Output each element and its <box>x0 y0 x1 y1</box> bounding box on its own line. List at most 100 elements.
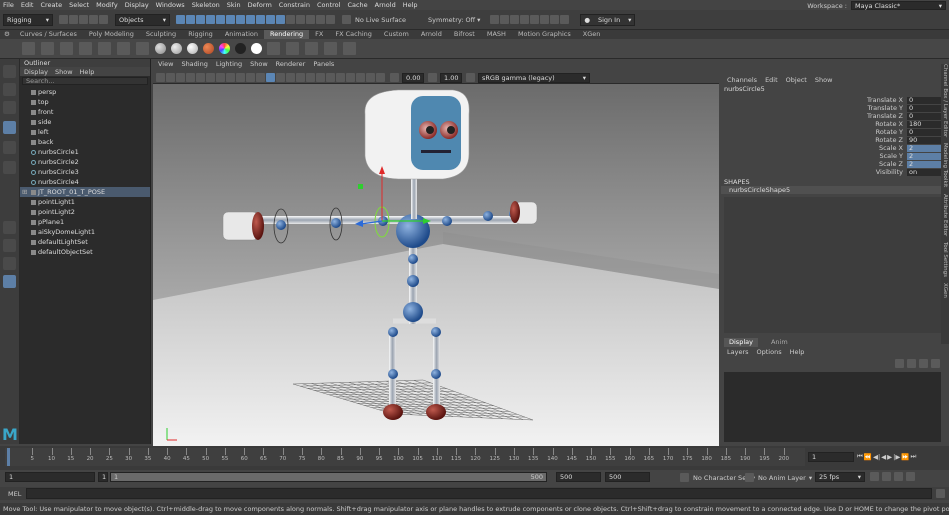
workspace-selector[interactable]: Workspace : Maya Classic* ▾ <box>807 1 946 10</box>
outliner-menu-display[interactable]: Display <box>24 68 48 76</box>
channel-value-field[interactable]: 2 <box>907 160 941 168</box>
menu-set-dropdown[interactable]: Rigging ▾ <box>3 13 53 26</box>
loop-icon[interactable] <box>870 472 879 481</box>
viewport-menu-renderer[interactable]: Renderer <box>276 60 306 68</box>
wireframe-on-shaded-icon[interactable] <box>276 73 285 82</box>
play-forward-icon[interactable]: ▶ <box>887 453 892 461</box>
hypershade-shelf-icon[interactable] <box>343 42 356 55</box>
play-backward-icon[interactable]: ◀ <box>881 453 886 461</box>
channel-value-field[interactable]: 2 <box>907 144 941 152</box>
menu-modify[interactable]: Modify <box>96 1 118 9</box>
new-scene-icon[interactable] <box>59 15 68 24</box>
safe-action-icon[interactable] <box>246 73 255 82</box>
workspace-dropdown[interactable]: Maya Classic* ▾ <box>851 1 946 10</box>
ambient-occlusion-icon[interactable] <box>316 73 325 82</box>
outliner-item[interactable]: persp <box>20 87 150 97</box>
color-management-icon[interactable] <box>466 73 475 82</box>
render-frame-icon[interactable] <box>500 15 510 24</box>
select-hierarchy-icon[interactable] <box>176 15 185 24</box>
texture-icon[interactable] <box>267 42 280 55</box>
channel-menu-channels[interactable]: Channels <box>727 76 757 84</box>
phong-material-icon[interactable] <box>187 43 198 54</box>
move-tool-icon[interactable] <box>3 121 16 134</box>
snap-plane-icon[interactable] <box>316 15 325 24</box>
ambient-light-icon[interactable] <box>41 42 54 55</box>
image-plane-icon[interactable] <box>186 73 195 82</box>
viewport-menu-lighting[interactable]: Lighting <box>216 60 242 68</box>
render-setup-icon[interactable] <box>540 15 550 24</box>
channel-value-field[interactable]: 0 <box>907 96 941 104</box>
menu-cache[interactable]: Cache <box>347 1 367 9</box>
mask-misc-icon[interactable] <box>276 15 285 24</box>
selection-mode-dropdown[interactable]: Objects ▾ <box>115 13 170 26</box>
outliner-item[interactable]: nurbsCircle3 <box>20 167 150 177</box>
persp-outliner-layout-icon[interactable] <box>3 257 16 270</box>
spot-light-icon[interactable] <box>98 42 111 55</box>
xray-active-icon[interactable] <box>366 73 375 82</box>
scale-tool-icon[interactable] <box>3 161 16 174</box>
outliner-item[interactable]: ⊞ JT_ROOT_01_T_POSE <box>20 187 150 197</box>
camera-attributes-icon[interactable] <box>166 73 175 82</box>
viewport-menu-shading[interactable]: Shading <box>181 60 207 68</box>
channel-scale-y[interactable]: Scale Y 2 <box>721 152 941 160</box>
outliner-search-input[interactable]: Search... <box>22 77 148 85</box>
outliner-menu-show[interactable]: Show <box>55 68 73 76</box>
symmetry-control[interactable]: Symmetry: Off ▾ <box>428 16 480 24</box>
channel-rotate-y[interactable]: Rotate Y 0 <box>721 128 941 136</box>
live-surface-control[interactable]: No Live Surface <box>342 15 406 24</box>
side-tab-tool-settings[interactable]: Tool Settings <box>942 242 948 277</box>
move-plane-handle-icon[interactable] <box>358 184 363 189</box>
viewport-3d[interactable] <box>153 84 719 446</box>
shelf-tab-arnold[interactable]: Arnold <box>415 30 448 39</box>
exposure-field[interactable]: 0.00 <box>402 72 424 83</box>
layer-tab-anim[interactable]: Anim <box>766 338 793 347</box>
menu-skin[interactable]: Skin <box>227 1 241 9</box>
menu-skeleton[interactable]: Skeleton <box>192 1 220 9</box>
outliner-item[interactable]: left <box>20 127 150 137</box>
hypershade-icon[interactable] <box>530 15 540 24</box>
character-set-control[interactable]: No Character Set ▾ <box>680 473 755 482</box>
directional-light-icon[interactable] <box>60 42 73 55</box>
outliner-item[interactable]: nurbsCircle4 <box>20 177 150 187</box>
step-back-key-icon[interactable]: ⏪ <box>864 453 872 461</box>
select-object-icon[interactable] <box>186 15 195 24</box>
side-tab-modeling-toolkit[interactable]: Modeling Toolkit <box>942 143 948 187</box>
channel-value-field[interactable]: 2 <box>907 152 941 160</box>
channel-menu-object[interactable]: Object <box>786 76 807 84</box>
menu-constrain[interactable]: Constrain <box>279 1 310 9</box>
outliner-item[interactable]: defaultObjectSet <box>20 247 150 257</box>
select-tool-icon[interactable] <box>3 65 16 78</box>
mel-label[interactable]: MEL <box>8 490 21 498</box>
scene-start-field[interactable]: 1 <box>5 472 95 482</box>
ipr-render-icon[interactable] <box>510 15 520 24</box>
menu-create[interactable]: Create <box>40 1 62 9</box>
mask-surfaces-icon[interactable] <box>236 15 245 24</box>
mask-handles-icon[interactable] <box>206 15 215 24</box>
mask-deformers-icon[interactable] <box>246 15 255 24</box>
bookmarks-icon[interactable] <box>176 73 185 82</box>
channel-value-field[interactable]: on <box>907 168 941 176</box>
paint-select-tool-icon[interactable] <box>3 101 16 114</box>
shelf-tab-custom[interactable]: Custom <box>378 30 415 39</box>
viewport-menu-show[interactable]: Show <box>250 60 268 68</box>
step-back-frame-icon[interactable]: ◀| <box>873 453 880 461</box>
standard-surface-icon[interactable] <box>251 43 262 54</box>
shelf-tab-fx-caching[interactable]: FX Caching <box>329 30 378 39</box>
lambert-material-icon[interactable] <box>155 43 166 54</box>
outliner-item[interactable]: nurbsCircle1 <box>20 147 150 157</box>
ramp-shader-icon[interactable] <box>219 43 230 54</box>
outliner-item[interactable]: top <box>20 97 150 107</box>
channel-value-field[interactable]: 180 <box>907 120 941 128</box>
menu-edit[interactable]: Edit <box>21 1 34 9</box>
shelf-tab-motion-graphics[interactable]: Motion Graphics <box>512 30 577 39</box>
mask-rendering-icon[interactable] <box>266 15 275 24</box>
channel-value-field[interactable]: 0 <box>907 104 941 112</box>
outliner-item[interactable]: side <box>20 117 150 127</box>
channel-translate-x[interactable]: Translate X 0 <box>721 96 941 104</box>
side-tab-attribute-editor[interactable]: Attribute Editor <box>942 194 948 236</box>
playback-end-field[interactable]: 500 <box>556 472 601 482</box>
area-light-icon[interactable] <box>117 42 130 55</box>
channel-visibility[interactable]: Visibility on <box>721 168 941 176</box>
rotate-tool-icon[interactable] <box>3 141 16 154</box>
blinn-material-icon[interactable] <box>171 43 182 54</box>
